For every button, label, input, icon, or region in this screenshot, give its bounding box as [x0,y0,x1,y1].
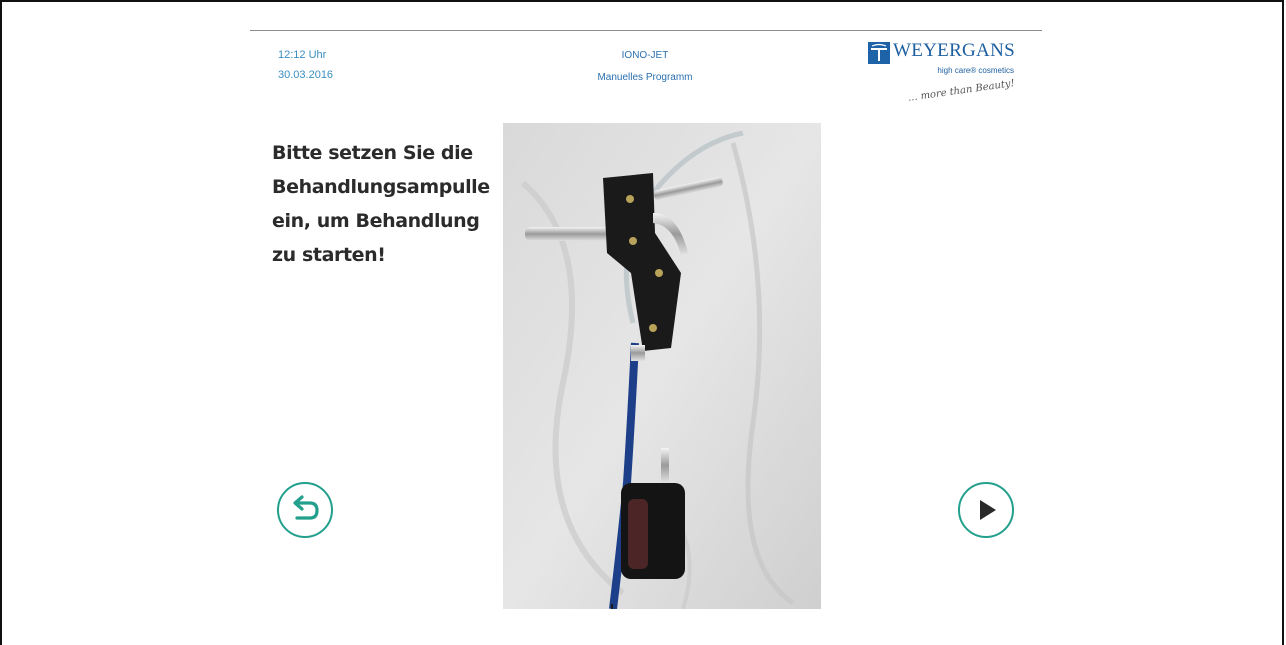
logo-subtitle: high care® cosmetics [937,66,1014,75]
instruction-line: Behandlungsampulle [272,176,490,198]
logo-tagline: ... more than Beauty! [906,78,1015,104]
instruction-line: Bitte setzen Sie die [272,142,473,164]
device-name: IONO-JET [621,50,669,61]
play-icon [980,500,996,520]
device-photo [503,123,821,609]
instruction-text: Bitte setzen Sie die Behandlungsampulle … [272,136,490,272]
instruction-line: zu starten! [272,244,386,266]
play-button[interactable] [958,482,1014,538]
instruction-line: ein, um Behandlung [272,210,480,232]
back-button[interactable] [277,482,333,538]
logo-mark-icon [868,42,890,64]
program-name: Manuelles Programm [597,72,693,83]
undo-arrow-icon [293,495,319,520]
logo-name: WEYERGANS [893,40,1015,61]
time-label: 12:12 Uhr [278,49,327,61]
date-label: 30.03.2016 [278,69,334,81]
header-divider [250,30,1042,31]
datetime-block: 12:12 Uhr 30.03.2016 [278,45,333,85]
program-block: IONO-JET Manuelles Programm [560,45,730,89]
weyergans-logo: WEYERGANS high care® cosmetics ... more … [868,40,1018,124]
